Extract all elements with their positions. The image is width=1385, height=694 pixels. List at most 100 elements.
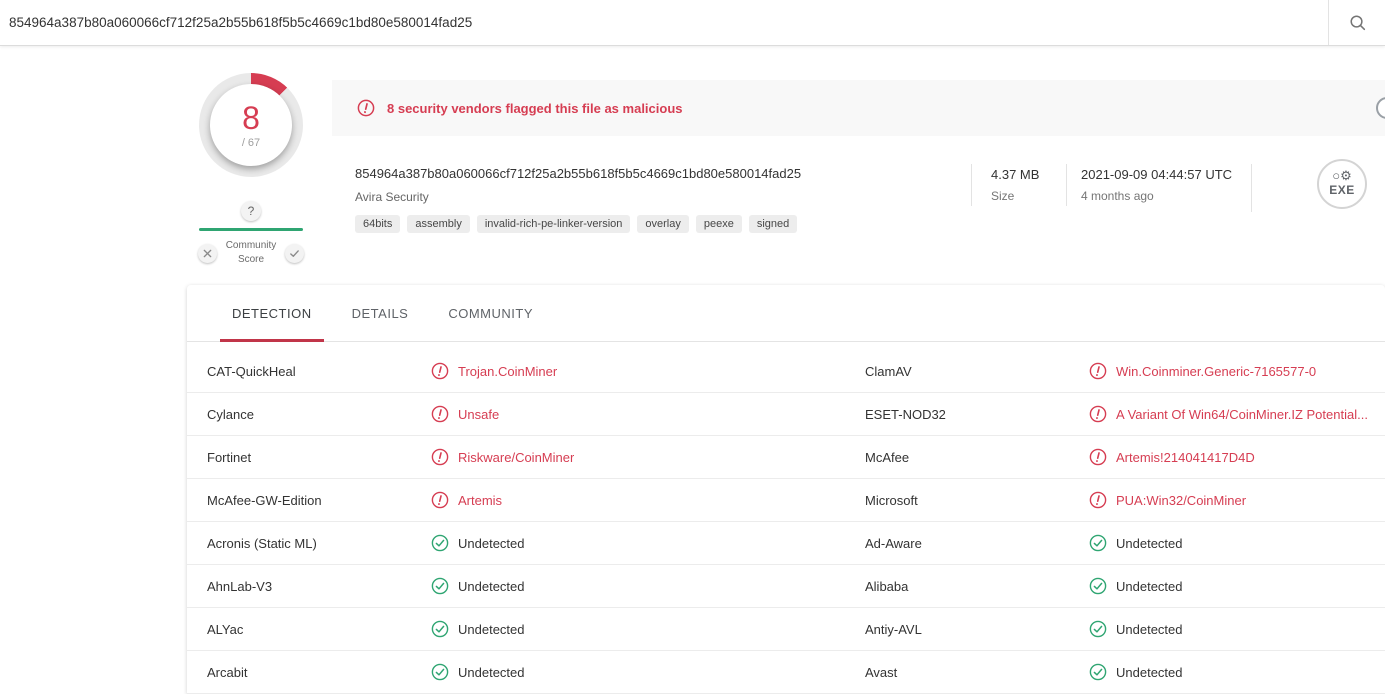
detection-cell: Avast Unde	[845, 663, 1385, 681]
engine-name: Avast	[845, 665, 1089, 680]
malicious-icon	[1089, 448, 1107, 466]
detection-result-text: Artemis!214041417D4D	[1116, 450, 1255, 465]
file-name: Avira Security	[355, 190, 801, 204]
engine-name: Ad-Aware	[845, 536, 1089, 551]
file-type-label: EXE	[1319, 183, 1365, 197]
malicious-icon	[431, 491, 449, 509]
detection-cell: Microsoft	[845, 491, 1385, 509]
malicious-icon	[1089, 405, 1107, 423]
undetected-icon	[1089, 663, 1107, 681]
engine-name: AhnLab-V3	[187, 579, 431, 594]
vote-down-button[interactable]	[198, 244, 217, 263]
detection-result: Unsafe	[431, 405, 499, 423]
engine-name: McAfee-GW-Edition	[187, 493, 431, 508]
detection-result: Trojan.CoinMiner	[431, 362, 557, 380]
detection-table: CAT-QuickHeal	[187, 350, 1385, 694]
reanalyze-icon[interactable]	[1376, 97, 1385, 119]
tab-detection[interactable]: DETECTION	[220, 285, 324, 341]
file-date: 2021-09-09 04:44:57 UTC	[1081, 167, 1232, 182]
detection-cell: ESET-NOD32	[845, 405, 1385, 423]
file-main: 854964a387b80a060066cf712f25a2b55b618f5b…	[355, 166, 801, 233]
engine-name: Alibaba	[845, 579, 1089, 594]
undetected-icon	[431, 577, 449, 595]
undetected-icon	[1089, 534, 1107, 552]
file-date-block: 2021-09-09 04:44:57 UTC 4 months ago	[1066, 164, 1232, 206]
detection-result-text: Win.Coinminer.Generic-7165577-0	[1116, 364, 1316, 379]
engine-name: Antiy-AVL	[845, 622, 1089, 637]
tag-list: 64bits assembly invalid-rich-pe-linker-v…	[355, 215, 801, 233]
file-tag[interactable]: 64bits	[355, 215, 400, 233]
detection-cell: Ad-Aware U	[845, 534, 1385, 552]
engine-name: Microsoft	[845, 493, 1089, 508]
search-button[interactable]	[1328, 0, 1385, 45]
engine-name: ClamAV	[845, 364, 1089, 379]
undetected-icon	[431, 663, 449, 681]
malicious-icon	[431, 362, 449, 380]
file-tag[interactable]: peexe	[696, 215, 742, 233]
engine-name: ESET-NOD32	[845, 407, 1089, 422]
detection-result-text: Undetected	[458, 536, 525, 551]
detection-result: Riskware/CoinMiner	[431, 448, 574, 466]
table-row: McAfee-GW-Edition	[187, 479, 1385, 522]
detection-result-text: Undetected	[458, 579, 525, 594]
detection-cell: Fortinet R	[187, 448, 845, 466]
file-size-label: Size	[991, 189, 1039, 203]
engine-name: McAfee	[845, 450, 1089, 465]
detection-cell: CAT-QuickHeal	[187, 362, 845, 380]
detection-result: PUA:Win32/CoinMiner	[1089, 491, 1246, 509]
score-widget: 8 / 67 ? Community Score	[198, 73, 304, 267]
vote-up-button[interactable]	[285, 244, 304, 263]
engine-name: ALYac	[187, 622, 431, 637]
detection-cell: Cylance Un	[187, 405, 845, 423]
detection-cell: McAfee Art	[845, 448, 1385, 466]
score-total: / 67	[242, 137, 260, 149]
undetected-icon	[1089, 620, 1107, 638]
undetected-icon	[431, 534, 449, 552]
detection-cell: McAfee-GW-Edition	[187, 491, 845, 509]
report-card: DETECTION DETAILS COMMUNITY CAT-QuickHea…	[187, 285, 1385, 694]
malicious-icon	[1089, 362, 1107, 380]
file-date-ago: 4 months ago	[1081, 189, 1232, 203]
exe-file-icon: ○⚙ EXE	[1317, 159, 1367, 209]
meta-divider	[1251, 164, 1252, 212]
detection-cell: AhnLab-V3	[187, 577, 845, 595]
file-tag[interactable]: overlay	[637, 215, 688, 233]
undetected-icon	[431, 620, 449, 638]
detection-result: Undetected	[1089, 534, 1183, 552]
detection-cell: Antiy-AVL	[845, 620, 1385, 638]
file-tag[interactable]: assembly	[407, 215, 469, 233]
tab-community[interactable]: COMMUNITY	[436, 285, 545, 341]
malicious-icon	[431, 448, 449, 466]
warning-icon	[357, 99, 375, 117]
engine-name: Arcabit	[187, 665, 431, 680]
tab-details[interactable]: DETAILS	[340, 285, 421, 341]
detection-result-text: Undetected	[1116, 665, 1183, 680]
search-input[interactable]	[0, 0, 1328, 45]
detection-result: Undetected	[1089, 577, 1183, 595]
engine-name: CAT-QuickHeal	[187, 364, 431, 379]
detection-cell: Alibaba Un	[845, 577, 1385, 595]
detection-score: 8 / 67	[210, 84, 292, 166]
table-row: AhnLab-V3	[187, 565, 1385, 608]
detection-result: Win.Coinminer.Generic-7165577-0	[1089, 362, 1316, 380]
community-score-label: Community Score	[222, 239, 280, 267]
detection-cell: Acronis (Static ML)	[187, 534, 845, 552]
file-tag[interactable]: signed	[749, 215, 797, 233]
search-icon	[1348, 13, 1367, 32]
detection-score-gauge: 8 / 67	[199, 73, 303, 177]
table-row: Cylance Un	[187, 393, 1385, 436]
detection-result-text: Undetected	[458, 665, 525, 680]
detection-result-text: Trojan.CoinMiner	[458, 364, 557, 379]
malicious-icon	[431, 405, 449, 423]
engine-name: Fortinet	[187, 450, 431, 465]
community-score-bar	[199, 228, 303, 231]
community-score-row: Community Score	[198, 239, 304, 267]
detection-cell: ALYac Unde	[187, 620, 845, 638]
gear-icon: ○⚙	[1319, 169, 1365, 182]
file-tag[interactable]: invalid-rich-pe-linker-version	[477, 215, 631, 233]
detection-result: A Variant Of Win64/CoinMiner.IZ Potentia…	[1089, 405, 1368, 423]
detection-result-text: Riskware/CoinMiner	[458, 450, 574, 465]
file-info: 854964a387b80a060066cf712f25a2b55b618f5b…	[332, 136, 1385, 246]
detection-cell: Arcabit Un	[187, 663, 845, 681]
detection-result: Undetected	[431, 534, 525, 552]
